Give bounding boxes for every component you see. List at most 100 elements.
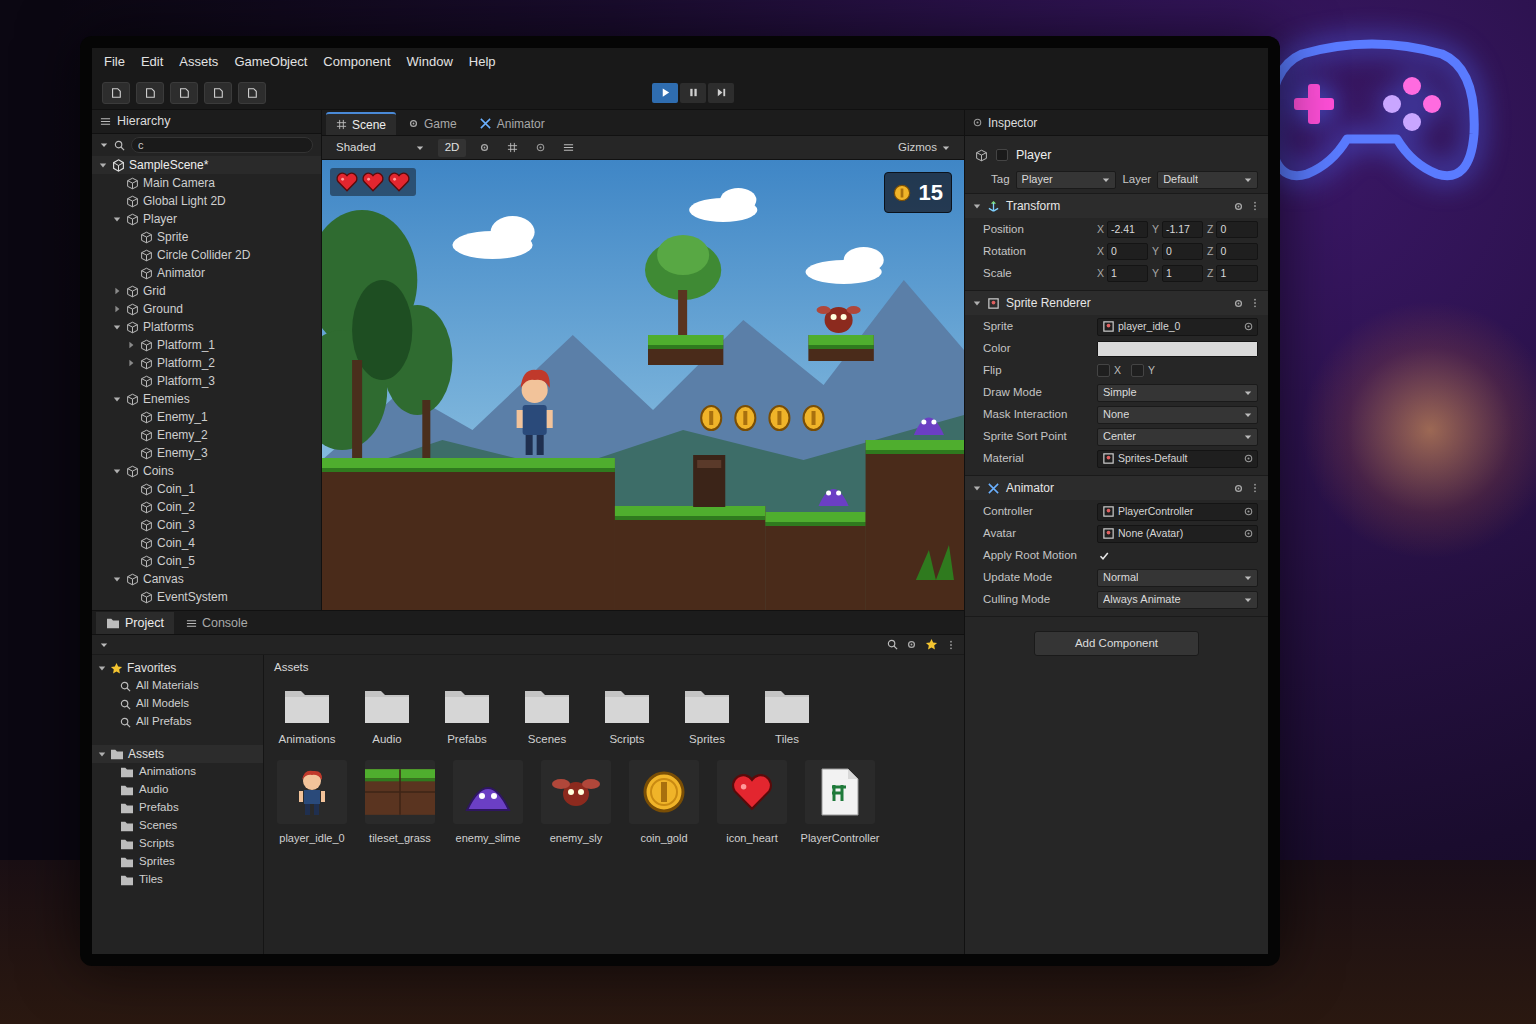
asset-file[interactable]: tileset_grass (362, 760, 438, 847)
vector-field[interactable]: Z1 (1207, 265, 1258, 282)
favorite-item[interactable]: All Models (92, 695, 263, 713)
property-dropdown[interactable]: Center (1097, 428, 1258, 446)
hierarchy-item[interactable]: Player (92, 210, 321, 228)
number-field[interactable]: 1 (1216, 265, 1258, 282)
hierarchy-item[interactable]: Platform_1 (92, 336, 321, 354)
scene-viewport[interactable]: 15 (322, 160, 964, 610)
number-field[interactable]: -1.17 (1162, 221, 1203, 238)
hierarchy-item[interactable]: Coin_5 (92, 552, 321, 570)
vector-field[interactable]: Y-1.17 (1152, 221, 1203, 238)
object-field[interactable]: None (Avatar) (1097, 525, 1258, 543)
tree-folder[interactable]: Tiles (92, 871, 263, 889)
component-header[interactable]: Transform (965, 194, 1268, 218)
hierarchy-item[interactable]: Enemy_1 (92, 408, 321, 426)
vector-field[interactable]: X0 (1097, 243, 1148, 260)
component-header[interactable]: Sprite Renderer (965, 291, 1268, 315)
expand-arrow[interactable] (112, 574, 122, 584)
panel-tab[interactable]: Project (96, 612, 174, 634)
hierarchy-item[interactable]: Circle Collider 2D (92, 246, 321, 264)
favorite-item[interactable]: All Materials (92, 677, 263, 695)
hierarchy-item[interactable]: Global Light 2D (92, 192, 321, 210)
hierarchy-item[interactable]: Ground (92, 300, 321, 318)
vector-field[interactable]: X-2.41 (1097, 221, 1148, 238)
hierarchy-item[interactable]: EventSystem (92, 588, 321, 606)
asset-file[interactable]: coin_gold (626, 760, 702, 847)
vector-field[interactable]: Y1 (1152, 265, 1203, 282)
hierarchy-item[interactable]: Animator (92, 264, 321, 282)
flip-checkbox[interactable] (1097, 364, 1110, 377)
hierarchy-item[interactable]: Coin_2 (92, 498, 321, 516)
tree-folder[interactable]: Scenes (92, 817, 263, 835)
component-header[interactable]: Animator (965, 476, 1268, 500)
object-field[interactable]: PlayerController (1097, 503, 1258, 521)
object-field[interactable]: Sprites-Default (1097, 450, 1258, 468)
tag-dropdown[interactable]: Player (1016, 171, 1117, 189)
menu-item[interactable]: Window (407, 52, 453, 72)
search-field[interactable] (131, 137, 313, 153)
hierarchy-item[interactable]: Coin_4 (92, 534, 321, 552)
asset-folder[interactable]: Prefabs (434, 685, 500, 748)
expand-arrow[interactable] (126, 358, 136, 368)
flip-checkbox[interactable] (1131, 364, 1144, 377)
vector-field[interactable]: Z0 (1207, 221, 1258, 238)
step-button[interactable] (708, 83, 734, 103)
pause-button[interactable] (680, 83, 706, 103)
tree-folder[interactable]: Prefabs (92, 799, 263, 817)
hierarchy-item[interactable]: Coin_3 (92, 516, 321, 534)
number-field[interactable]: 1 (1107, 265, 1148, 282)
number-field[interactable]: 0 (1107, 243, 1148, 260)
hierarchy-item[interactable]: Grid (92, 282, 321, 300)
hierarchy-item[interactable]: Platform_3 (92, 372, 321, 390)
menu-item[interactable]: GameObject (234, 52, 307, 72)
tree-header[interactable]: Assets (92, 745, 263, 763)
panel-tab[interactable]: Console (176, 612, 258, 634)
scene-tool-button[interactable] (530, 139, 550, 157)
expand-arrow[interactable] (112, 322, 122, 332)
menu-item[interactable]: Help (469, 52, 496, 72)
color-swatch[interactable] (1097, 341, 1258, 357)
play-button[interactable] (652, 83, 678, 103)
hierarchy-item[interactable]: Enemies (92, 390, 321, 408)
number-field[interactable]: 0 (1162, 243, 1203, 260)
hierarchy-item[interactable]: Coin_1 (92, 480, 321, 498)
expand-arrow[interactable] (126, 340, 136, 350)
2d-toggle[interactable]: 2D (438, 139, 467, 157)
menu-item[interactable]: Assets (179, 52, 218, 72)
object-name[interactable]: Player (1016, 146, 1051, 165)
layer-dropdown[interactable]: Default (1157, 171, 1258, 189)
asset-file[interactable]: icon_heart (714, 760, 790, 847)
asset-file[interactable]: enemy_slime (450, 760, 526, 847)
checkbox[interactable] (1097, 549, 1110, 562)
hierarchy-item[interactable]: Canvas (92, 570, 321, 588)
expand-arrow[interactable] (112, 214, 122, 224)
expand-arrow[interactable] (112, 466, 122, 476)
scene-tool-button[interactable] (502, 139, 522, 157)
asset-folder[interactable]: Sprites (674, 685, 740, 748)
view-tab[interactable]: Game (398, 112, 467, 135)
hierarchy-item[interactable]: Enemy_3 (92, 444, 321, 462)
asset-folder[interactable]: Animations (274, 685, 340, 748)
hierarchy-item[interactable]: Main Camera (92, 174, 321, 192)
tree-folder[interactable]: Audio (92, 781, 263, 799)
view-tab[interactable]: Scene (326, 112, 396, 135)
object-field[interactable]: player_idle_0 (1097, 318, 1258, 336)
scene-tool-button[interactable] (558, 139, 578, 157)
hierarchy-item[interactable]: Coins (92, 462, 321, 480)
asset-folder[interactable]: Scripts (594, 685, 660, 748)
vector-field[interactable]: Y0 (1152, 243, 1203, 260)
menu-item[interactable]: Edit (141, 52, 163, 72)
asset-folder[interactable]: Tiles (754, 685, 820, 748)
asset-folder[interactable]: Audio (354, 685, 420, 748)
asset-file[interactable]: PlayerController (802, 760, 878, 847)
scene-tool-button[interactable] (474, 139, 494, 157)
vector-field[interactable]: Z0 (1207, 243, 1258, 260)
hierarchy-item[interactable]: Enemy_2 (92, 426, 321, 444)
tool-button[interactable] (102, 82, 130, 104)
asset-file[interactable]: player_idle_0 (274, 760, 350, 847)
property-dropdown[interactable]: Normal (1097, 569, 1258, 587)
tool-button[interactable] (204, 82, 232, 104)
view-tab[interactable]: Animator (469, 112, 555, 135)
number-field[interactable]: 1 (1162, 265, 1203, 282)
breadcrumb[interactable]: Assets (274, 659, 954, 677)
expand-arrow[interactable] (112, 304, 122, 314)
